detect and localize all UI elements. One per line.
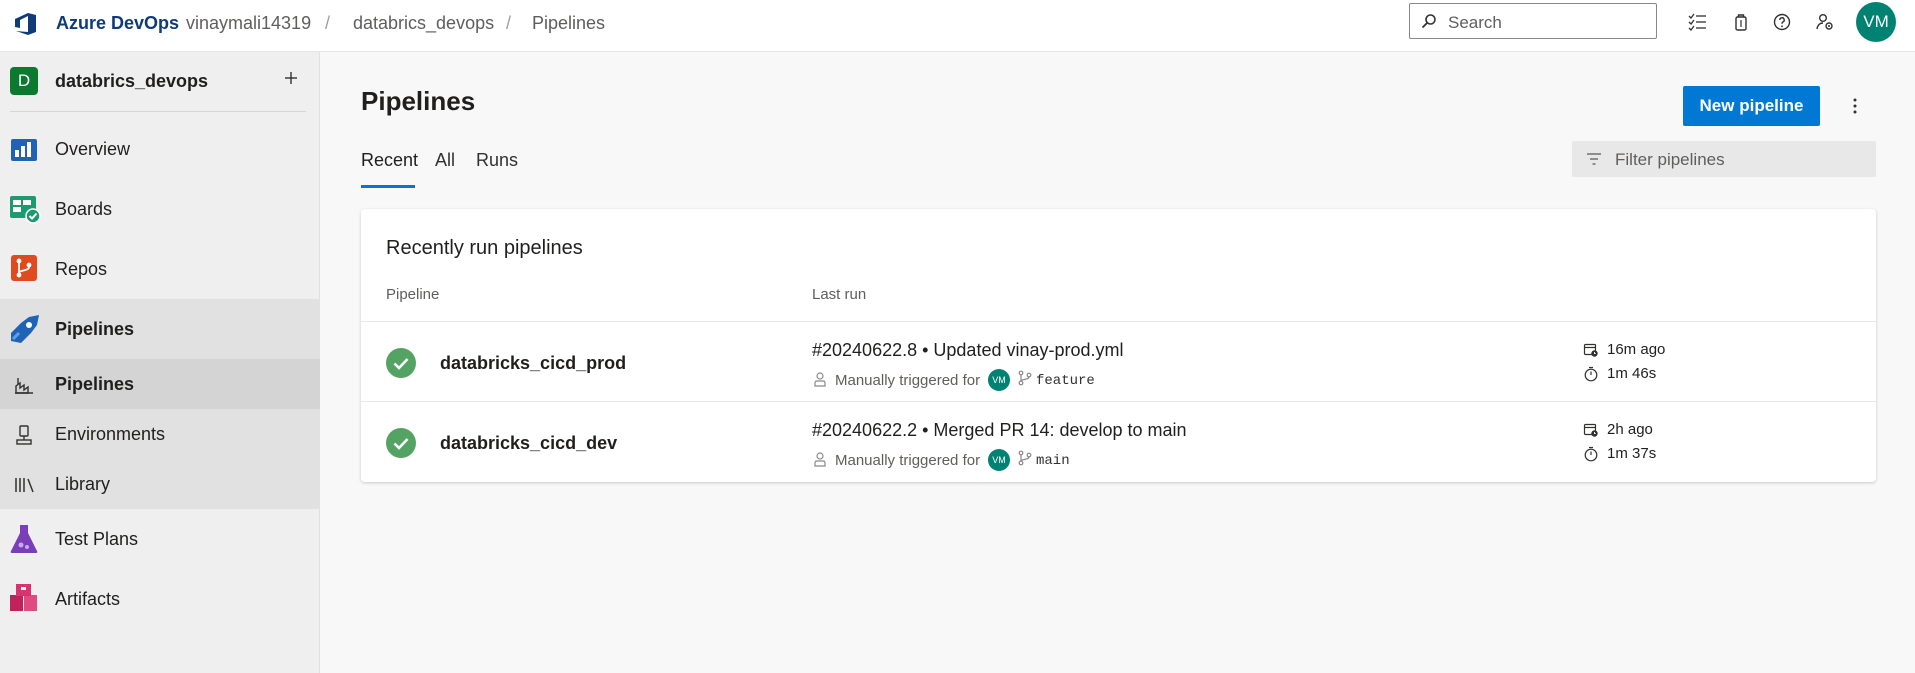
task-list-icon[interactable] — [1687, 12, 1707, 32]
sidebar-item-label: Library — [55, 474, 111, 494]
branch-icon — [1018, 370, 1032, 386]
tab-recent[interactable]: Recent — [361, 150, 418, 171]
timer-icon — [1584, 446, 1598, 462]
person-icon — [814, 452, 826, 467]
table-row[interactable]: databricks_cicd_dev #20240622.2 • Merged… — [361, 401, 1876, 482]
search-placeholder: Search — [1448, 13, 1502, 32]
avatar: VM — [988, 369, 1010, 391]
sidebar-item-overview[interactable]: Overview — [0, 119, 320, 179]
person-icon — [814, 372, 826, 387]
run-duration: 1m 46s — [1607, 365, 1657, 382]
search-input[interactable]: Search — [1409, 3, 1657, 39]
tab-all[interactable]: All — [435, 150, 455, 171]
card-title: Recently run pipelines — [386, 237, 583, 259]
filter-placeholder: Filter pipelines — [1615, 150, 1725, 169]
sidebar-item-label: Overview — [55, 139, 131, 159]
add-icon[interactable] — [280, 67, 302, 89]
sidebar-item-label: Boards — [55, 199, 113, 219]
boards-icon — [10, 196, 41, 224]
new-pipeline-button[interactable]: New pipeline — [1683, 86, 1820, 126]
divider — [10, 111, 306, 112]
run-title[interactable]: #20240622.2 • Merged PR 14: develop to m… — [812, 420, 1187, 441]
sidebar-item-artifacts[interactable]: Artifacts — [0, 569, 320, 629]
branch-name: main — [1036, 453, 1070, 469]
breadcrumb-page[interactable]: Pipelines — [532, 13, 605, 34]
sidebar-item-label: Pipelines — [55, 319, 135, 339]
run-title[interactable]: #20240622.8 • Updated vinay-prod.yml — [812, 340, 1124, 361]
branch-icon — [1018, 450, 1032, 466]
page-title: Pipelines — [361, 86, 476, 116]
branch-name: feature — [1036, 373, 1095, 389]
column-header-pipeline: Pipeline — [386, 286, 440, 303]
run-duration: 1m 37s — [1607, 445, 1657, 462]
trigger-text: Manually triggered for — [835, 452, 981, 469]
sidebar-item-library[interactable]: Library — [0, 459, 320, 509]
sidebar-item-label: Repos — [55, 259, 108, 279]
brand-link[interactable]: Azure DevOps — [56, 13, 179, 34]
pipeline-name[interactable]: databricks_cicd_prod — [440, 353, 626, 374]
breadcrumb-project[interactable]: databrics_devops — [353, 13, 494, 34]
breadcrumb-separator: / — [325, 13, 331, 33]
run-ago: 16m ago — [1607, 341, 1666, 358]
sidebar-item-test-plans[interactable]: Test Plans — [0, 509, 320, 569]
table-row[interactable]: databricks_cicd_prod #20240622.8 • Updat… — [361, 321, 1876, 402]
timer-icon — [1584, 366, 1598, 382]
filter-pipelines-input[interactable]: Filter pipelines — [1572, 141, 1876, 177]
top-bar: Azure DevOps vinaymali14319 / databrics_… — [0, 0, 1915, 52]
user-avatar[interactable]: VM — [1856, 2, 1896, 42]
breadcrumb-org[interactable]: vinaymali14319 — [186, 13, 311, 34]
azure-devops-logo-icon[interactable] — [12, 10, 40, 38]
active-tab-indicator — [361, 185, 415, 188]
project-name[interactable]: databrics_devops — [55, 71, 208, 92]
pipelines-icon — [11, 315, 39, 343]
sidebar-item-environments[interactable]: Environments — [0, 409, 320, 459]
marketplace-bag-icon[interactable] — [1731, 12, 1751, 32]
calendar-clock-icon — [1583, 343, 1598, 357]
artifacts-icon — [10, 584, 37, 611]
run-ago: 2h ago — [1607, 421, 1653, 438]
repos-icon — [11, 255, 37, 281]
user-settings-icon[interactable] — [1815, 12, 1835, 32]
sidebar: D databrics_devops Overview Boards Repos… — [0, 52, 320, 673]
success-check-icon — [386, 428, 416, 458]
library-icon — [15, 478, 34, 493]
sidebar-item-boards[interactable]: Boards — [0, 179, 320, 239]
sidebar-item-label: Test Plans — [55, 529, 139, 549]
sidebar-item-pipelines[interactable]: Pipelines — [0, 299, 320, 359]
search-icon — [1421, 14, 1436, 29]
sidebar-item-label: Pipelines — [55, 374, 135, 394]
column-header-last-run: Last run — [812, 286, 867, 303]
sidebar-item-repos[interactable]: Repos — [0, 239, 320, 299]
trigger-text: Manually triggered for — [835, 372, 981, 389]
overview-icon — [11, 139, 37, 161]
pipeline-name[interactable]: databricks_cicd_dev — [440, 433, 617, 454]
sidebar-item-label: Environments — [55, 424, 166, 444]
recent-pipelines-card: Recently run pipelines Pipeline Last run… — [361, 209, 1876, 482]
sidebar-item-label: Artifacts — [55, 589, 121, 609]
project-badge: D — [10, 67, 38, 95]
environments-icon — [16, 425, 32, 445]
filter-icon — [1587, 153, 1601, 165]
more-options-icon[interactable] — [1843, 94, 1867, 118]
calendar-clock-icon — [1583, 423, 1598, 437]
sidebar-item-pipelines-sub[interactable]: Pipelines — [0, 359, 320, 409]
help-icon[interactable] — [1772, 12, 1792, 32]
tab-runs[interactable]: Runs — [476, 150, 518, 171]
avatar: VM — [988, 449, 1010, 471]
breadcrumb-separator: / — [506, 13, 512, 33]
pipelines-sub-icon — [15, 378, 33, 394]
test-plans-icon — [10, 525, 38, 553]
success-check-icon — [386, 348, 416, 378]
